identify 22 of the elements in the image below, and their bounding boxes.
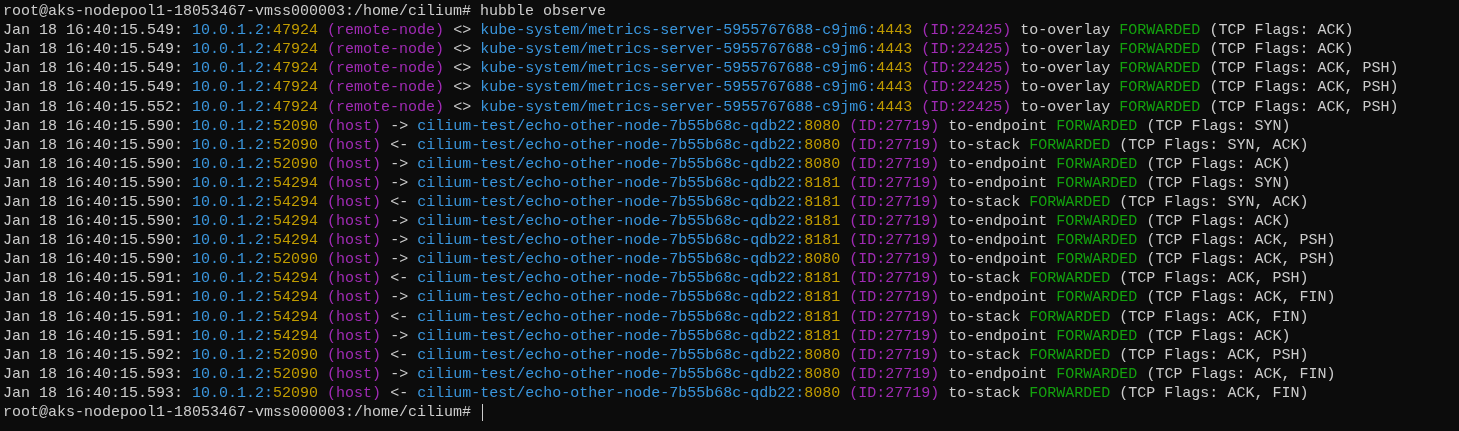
log-line: Jan 18 16:40:15.549: 10.0.1.2:47924 (remote-node) <> kube-system/metrics-server-5955767688-c9jm6:4443 (ID:22425) to-overlay FORWARDED (TCP Flags: ACK) [3,40,1354,60]
log-line: Jan 18 16:40:15.590: 10.0.1.2:52090 (host) <- cilium-test/echo-other-node-7b55b68c-qdb22:8080 (ID:27719) to-stack FORWARDED (TCP Flags: SYN, ACK) [3,135,1309,155]
log-line: Jan 18 16:40:15.590: 10.0.1.2:52090 (host) -> cilium-test/echo-other-node-7b55b68c-qdb22:8080 (ID:27719) to-endpoint FORWARDED (TCP Flags: SYN) [3,116,1291,136]
log-line: Jan 18 16:40:15.590: 10.0.1.2:52090 (host) -> cilium-test/echo-other-node-7b55b68c-qdb22:8080 (ID:27719) to-endpoint FORWARDED (TCP Flags: ACK, PSH) [3,250,1336,270]
log-line: Jan 18 16:40:15.590: 10.0.1.2:54294 (host) -> cilium-test/echo-other-node-7b55b68c-qdb22:8181 (ID:27719) to-endpoint FORWARDED (TCP Flags: ACK) [3,212,1291,232]
log-line: Jan 18 16:40:15.590: 10.0.1.2:54294 (host) -> cilium-test/echo-other-node-7b55b68c-qdb22:8181 (ID:27719) to-endpoint FORWARDED (TCP Flags: ACK, PSH) [3,231,1336,251]
log-line: Jan 18 16:40:15.592: 10.0.1.2:52090 (host) <- cilium-test/echo-other-node-7b55b68c-qdb22:8080 (ID:27719) to-stack FORWARDED (TCP Flags: ACK, PSH) [3,345,1309,365]
log-line: Jan 18 16:40:15.549: 10.0.1.2:47924 (remote-node) <> kube-system/metrics-server-5955767688-c9jm6:4443 (ID:22425) to-overlay FORWARDED (TCP Flags: ACK) [3,21,1354,41]
log-line: Jan 18 16:40:15.591: 10.0.1.2:54294 (host) -> cilium-test/echo-other-node-7b55b68c-qdb22:8181 (ID:27719) to-endpoint FORWARDED (TCP Flags: ACK, FIN) [3,288,1336,308]
log-line: Jan 18 16:40:15.549: 10.0.1.2:47924 (remote-node) <> kube-system/metrics-server-5955767688-c9jm6:4443 (ID:22425) to-overlay FORWARDED (TCP Flags: ACK, PSH) [3,78,1399,98]
log-line: Jan 18 16:40:15.549: 10.0.1.2:47924 (remote-node) <> kube-system/metrics-server-5955767688-c9jm6:4443 (ID:22425) to-overlay FORWARDED (TCP Flags: ACK, PSH) [3,59,1399,79]
log-line: Jan 18 16:40:15.591: 10.0.1.2:54294 (host) <- cilium-test/echo-other-node-7b55b68c-qdb22:8181 (ID:27719) to-stack FORWARDED (TCP Flags: ACK, PSH) [3,269,1309,289]
log-line: Jan 18 16:40:15.591: 10.0.1.2:54294 (host) -> cilium-test/echo-other-node-7b55b68c-qdb22:8181 (ID:27719) to-endpoint FORWARDED (TCP Flags: ACK) [3,326,1291,346]
command-line: root@aks-nodepool1-18053467-vmss000003:/home/cilium# hubble observe [3,2,607,22]
log-line: Jan 18 16:40:15.590: 10.0.1.2:54294 (host) <- cilium-test/echo-other-node-7b55b68c-qdb22:8181 (ID:27719) to-stack FORWARDED (TCP Flags: SYN, ACK) [3,193,1309,212]
log-line: Jan 18 16:40:15.552: 10.0.1.2:47924 (remote-node) <> kube-system/metrics-server-5955767688-c9jm6:4443 (ID:22425) to-overlay FORWARDED (TCP Flags: ACK, PSH) [3,97,1399,117]
log-line: Jan 18 16:40:15.590: 10.0.1.2:54294 (host) -> cilium-test/echo-other-node-7b55b68c-qdb22:8181 (ID:27719) to-endpoint FORWARDED (TCP Flags: SYN) [3,173,1291,193]
log-line: Jan 18 16:40:15.591: 10.0.1.2:54294 (host) <- cilium-test/echo-other-node-7b55b68c-qdb22:8181 (ID:27719) to-stack FORWARDED (TCP Flags: ACK, FIN) [3,307,1309,327]
log-line: Jan 18 16:40:15.593: 10.0.1.2:52090 (host) <- cilium-test/echo-other-node-7b55b68c-qdb22:8080 (ID:27719) to-stack FORWARDED (TCP Flags: ACK, FIN) [3,383,1309,403]
shell-prompt: root@aks-nodepool1-18053467-vmss000003:/home/cilium# [3,403,473,422]
log-line: Jan 18 16:40:15.593: 10.0.1.2:52090 (host) -> cilium-test/echo-other-node-7b55b68c-qdb22:8080 (ID:27719) to-endpoint FORWARDED (TCP Flags: ACK, FIN) [3,364,1336,384]
log-line: Jan 18 16:40:15.590: 10.0.1.2:52090 (host) -> cilium-test/echo-other-node-7b55b68c-qdb22:8080 (ID:27719) to-endpoint FORWARDED (TCP Flags: ACK) [3,154,1291,174]
